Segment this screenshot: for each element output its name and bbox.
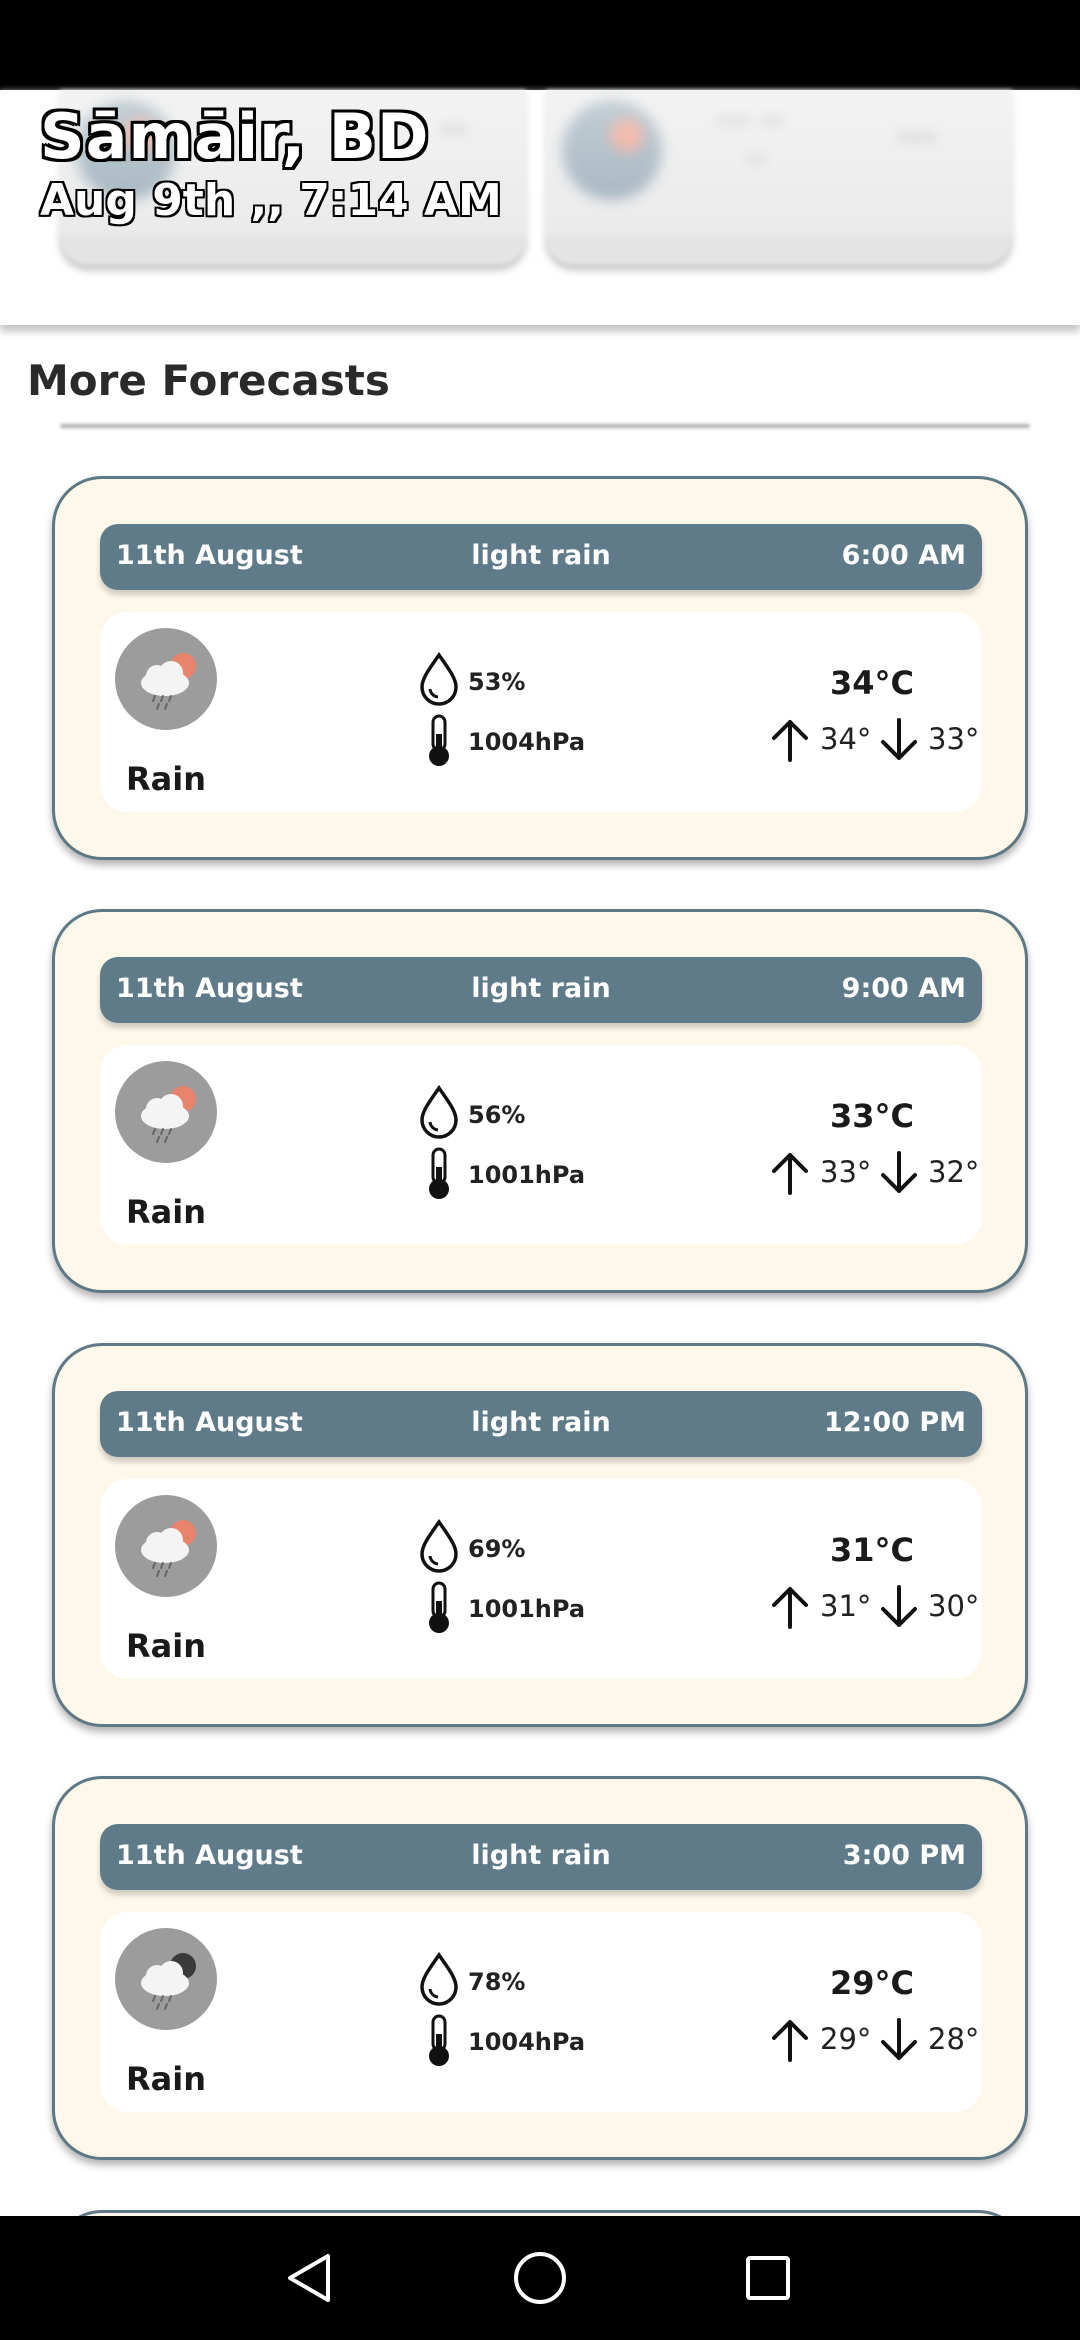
arrow-down-icon xyxy=(881,2018,917,2060)
arrow-up-icon xyxy=(772,720,808,762)
thermometer-icon xyxy=(429,1147,449,1199)
temp-low: 32° xyxy=(928,1155,980,1189)
pressure-value: 1001hPa xyxy=(468,1161,586,1189)
condition-label: Rain xyxy=(126,1193,206,1231)
temp-high: 31° xyxy=(820,1589,872,1623)
condition-label: Rain xyxy=(126,1627,206,1665)
temp-high: 34° xyxy=(820,722,872,756)
temp-low: 30° xyxy=(928,1589,980,1623)
forecast-time: 9:00 AM xyxy=(841,973,966,1004)
rain-day-icon xyxy=(115,1061,217,1163)
thermometer-icon xyxy=(429,1581,449,1633)
arrow-up-icon xyxy=(772,1153,808,1195)
humidity-drop-icon xyxy=(420,1952,458,2006)
temperature-value: 34°C xyxy=(830,664,915,702)
forecast-time: 12:00 PM xyxy=(823,1407,966,1438)
arrow-up-icon xyxy=(772,2020,808,2062)
arrow-down-icon xyxy=(881,1151,917,1193)
status-bar xyxy=(0,0,1080,90)
humidity-value: 69% xyxy=(468,1535,526,1563)
back-triangle-icon[interactable] xyxy=(250,2216,370,2340)
forecast-card[interactable]: 11th August light rain 6:00 AM Rain 53% xyxy=(52,476,1028,860)
forecast-body: Rain 56% 1001hPa 33°C 33° 32° xyxy=(100,1045,982,1245)
forecast-card[interactable]: 11th August light rain 12:00 PM Rain 69% xyxy=(52,1343,1028,1727)
arrow-up-icon xyxy=(772,1587,808,1629)
humidity-value: 78% xyxy=(468,1968,526,1996)
pressure-value: 1001hPa xyxy=(468,1595,586,1623)
humidity-drop-icon xyxy=(420,1519,458,1573)
humidity-drop-icon xyxy=(420,652,458,706)
forecast-time: 3:00 PM xyxy=(842,1840,966,1871)
temp-low: 33° xyxy=(928,722,980,756)
temperature-value: 29°C xyxy=(830,1964,915,2002)
condition-label: Rain xyxy=(126,2060,206,2098)
forecast-time: 6:00 AM xyxy=(841,540,966,571)
temperature-value: 33°C xyxy=(830,1097,915,1135)
temperature-value: 31°C xyxy=(830,1531,915,1569)
date-time: Aug 9th ,, 7:14 AM xyxy=(40,175,502,226)
humidity-value: 53% xyxy=(468,668,526,696)
section-divider xyxy=(60,424,1030,428)
forecast-body: Rain 78% 1004hPa 29°C 29° 28° xyxy=(100,1912,982,2112)
arrow-down-icon xyxy=(881,1585,917,1627)
forecast-card[interactable]: 11th August light rain 9:00 AM Rain 56% xyxy=(52,909,1028,1293)
condition-label: Rain xyxy=(126,760,206,798)
section-title: More Forecasts xyxy=(27,356,390,405)
rain-night-icon xyxy=(115,1928,217,2030)
temp-high: 29° xyxy=(820,2022,872,2056)
recents-square-icon[interactable] xyxy=(708,2216,828,2340)
forecast-header: 11th August light rain 12:00 PM xyxy=(100,1391,982,1457)
home-circle-icon[interactable] xyxy=(480,2216,600,2340)
arrow-down-icon xyxy=(881,718,917,760)
location-title: Sāmāir, BD xyxy=(40,100,430,173)
forecast-header: 11th August light rain 9:00 AM xyxy=(100,957,982,1023)
temp-high: 33° xyxy=(820,1155,872,1189)
thermometer-icon xyxy=(429,2014,449,2066)
humidity-value: 56% xyxy=(468,1101,526,1129)
forecast-body: Rain 69% 1001hPa 31°C 31° 30° xyxy=(100,1479,982,1679)
forecast-body: Rain 53% 1004hPa 34°C 34° 33° xyxy=(100,612,982,812)
forecast-card[interactable]: 11th August light rain 3:00 PM Rain 78% xyxy=(52,1776,1028,2160)
thermometer-icon xyxy=(429,714,449,766)
rain-day-icon xyxy=(115,1495,217,1597)
pressure-value: 1004hPa xyxy=(468,2028,586,2056)
pressure-value: 1004hPa xyxy=(468,728,586,756)
temp-low: 28° xyxy=(928,2022,980,2056)
forecast-header: 11th August light rain 6:00 AM xyxy=(100,524,982,590)
forecast-header: 11th August light rain 3:00 PM xyxy=(100,1824,982,1890)
navigation-bar xyxy=(0,2216,1080,2340)
rain-day-icon xyxy=(115,628,217,730)
humidity-drop-icon xyxy=(420,1085,458,1139)
